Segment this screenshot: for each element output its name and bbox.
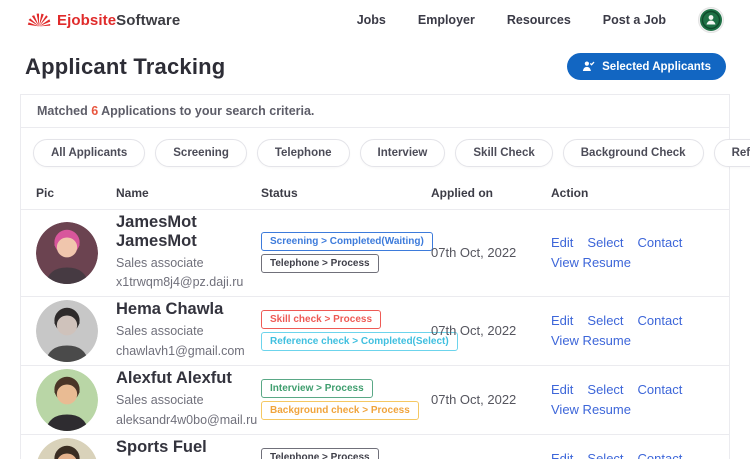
table-row: JamesMot JamesMot Sales associate x1trwq… [21,210,729,297]
fan-logo-icon [27,13,51,27]
applied-date: 07th Oct, 2022 [431,392,517,408]
table-row: Sports Fuel Sales associate abcde@abcd.c… [21,435,729,459]
contact-link[interactable]: Contact [638,382,683,397]
column-header-name: Name [116,186,149,200]
column-header-status: Status [261,186,298,200]
column-header-pic: Pic [36,186,55,200]
applicant-name: Sports Fuel [116,438,207,457]
select-link[interactable]: Select [587,313,623,328]
user-avatar-logo-icon [700,9,722,31]
logo-text: EjobsiteSoftware [57,11,181,29]
status-badge: Telephone > Process [261,254,379,274]
person-check-icon [582,61,595,71]
nav-item-jobs[interactable]: Jobs [357,13,386,27]
page-title: Applicant Tracking [25,53,226,79]
nav-item-post-a-job[interactable]: Post a Job [603,13,666,27]
status-badge: Skill check > Process [261,310,382,330]
table-row: Alexfut Alexfut Sales associate aleksand… [21,366,729,435]
table-header: Pic Name Status Applied on Action [21,177,729,210]
applicant-photo [36,368,98,431]
column-header-applied-on: Applied on [431,186,493,200]
applicant-role: Sales associate [116,393,204,408]
status-badge: Telephone > Process [261,448,379,459]
status-badge: Reference check > Completed(Select) [261,332,458,352]
nav-item-employer[interactable]: Employer [418,13,475,27]
applicant-email: chawlavh1@gmail.com [116,343,245,358]
applicants-panel: Matched 6 Applications to your search cr… [20,94,750,459]
user-avatar[interactable] [698,7,724,33]
top-navbar: EjobsiteSoftware Jobs Employer Resources… [0,0,750,38]
select-link[interactable]: Select [587,235,623,250]
applicant-photo [36,437,98,459]
contact-link[interactable]: Contact [638,235,683,250]
edit-link[interactable]: Edit [551,235,573,250]
applicant-name: Alexfut Alexfut [116,369,232,388]
edit-link[interactable]: Edit [551,451,573,459]
selected-applicants-label: Selected Applicants [602,60,711,73]
column-header-action: Action [551,186,589,200]
applicant-name: JamesMot JamesMot [116,213,197,250]
page-header: Applicant Tracking Selected Applicants [0,38,750,94]
applicant-email: aleksandr4w0bo@mail.ru [116,412,258,427]
applicant-role: Sales associate [116,256,204,270]
contact-link[interactable]: Contact [638,313,683,328]
contact-link[interactable]: Contact [638,451,683,459]
applicant-photo [36,299,98,362]
filter-interview[interactable]: Interview [359,139,446,167]
selected-applicants-button[interactable]: Selected Applicants [567,53,726,80]
filter-skill-check[interactable]: Skill Check [455,139,553,167]
filter-screening[interactable]: Screening [155,139,247,167]
applicant-role: Sales associate [116,324,204,339]
main-nav: Jobs Employer Resources Post a Job [357,7,724,33]
applied-date: 07th Oct, 2022 [431,245,517,261]
edit-link[interactable]: Edit [551,382,573,397]
filter-pills: All Applicants Screening Telephone Inter… [21,128,750,177]
edit-link[interactable]: Edit [551,313,573,328]
brand-logo[interactable]: EjobsiteSoftware [26,12,180,29]
status-badge: Interview > Process [261,379,373,399]
table-row: Hema Chawla Sales associate chawlavh1@gm… [21,297,729,366]
view-resume-link[interactable]: View Resume [551,402,631,417]
view-resume-link[interactable]: View Resume [551,255,631,270]
applicant-name: Hema Chawla [116,300,224,319]
select-link[interactable]: Select [587,451,623,459]
status-badge: Screening > Completed(Waiting) [261,232,433,252]
filter-all-applicants[interactable]: All Applicants [33,139,146,167]
filter-background-check[interactable]: Background Check [562,139,704,167]
nav-item-resources[interactable]: Resources [507,13,571,27]
filter-telephone[interactable]: Telephone [256,139,350,167]
status-badge: Background check > Process [261,401,419,421]
applicant-email: x1trwqm8j4@pz.daji.ru [116,275,244,290]
select-link[interactable]: Select [587,382,623,397]
matched-summary: Matched 6 Applications to your search cr… [21,95,729,128]
applied-date: 07th Oct, 2022 [431,323,517,339]
filter-reference-check[interactable]: Reference Check [713,139,750,167]
applicant-photo [36,221,98,284]
view-resume-link[interactable]: View Resume [551,333,631,348]
